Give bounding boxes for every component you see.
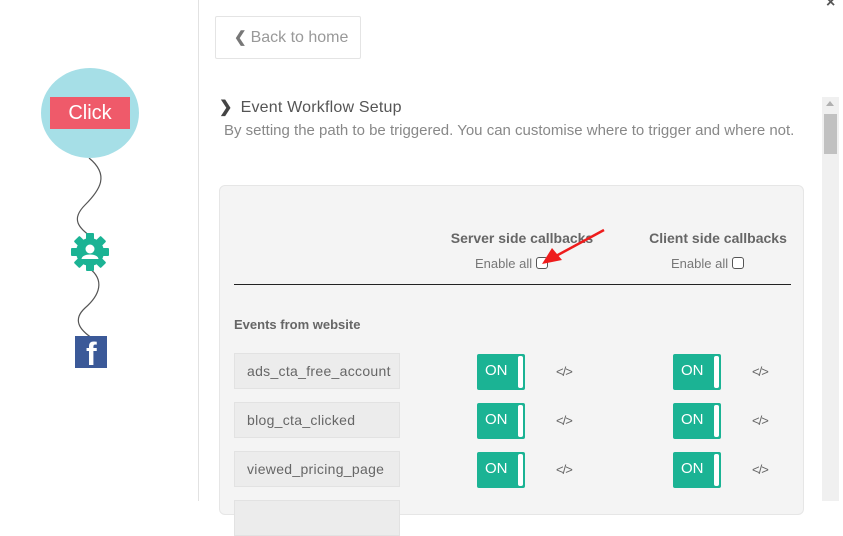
vertical-scrollbar[interactable] — [822, 97, 839, 501]
user-gear-icon[interactable] — [70, 232, 110, 272]
server-code-icon[interactable]: </> — [556, 364, 573, 379]
toggle-knob — [518, 454, 523, 486]
client-code-icon[interactable]: </> — [752, 413, 769, 428]
toggle-knob — [714, 356, 719, 388]
section-description: By setting the path to be triggered. You… — [224, 122, 795, 139]
client-enable-all: Enable all — [671, 256, 745, 271]
client-callback-toggle[interactable]: ON — [673, 354, 721, 390]
client-code-icon[interactable]: </> — [752, 364, 769, 379]
connector-line — [77, 267, 100, 339]
client-callback-toggle[interactable]: ON — [673, 403, 721, 439]
pane-divider — [198, 0, 199, 501]
event-row: blog_cta_clicked ON </> ON </> — [234, 402, 806, 439]
toggle-knob — [714, 405, 719, 437]
toggle-state-label: ON — [485, 411, 508, 428]
annotation-arrow-icon — [542, 228, 605, 264]
toggle-knob — [714, 454, 719, 486]
client-callbacks-header: Client side callbacks — [649, 230, 787, 246]
back-to-home-label: Back to home — [250, 29, 349, 46]
event-name: viewed_pricing_page — [234, 451, 400, 487]
event-name: blog_cta_clicked — [234, 402, 400, 438]
server-enable-all-label: Enable all — [475, 256, 533, 271]
scroll-up-arrow-icon[interactable] — [826, 101, 834, 106]
server-callback-toggle[interactable]: ON — [477, 403, 525, 439]
events-group-label: Events from website — [234, 317, 361, 332]
server-code-icon[interactable]: </> — [556, 413, 573, 428]
event-name — [234, 500, 400, 536]
client-callback-toggle[interactable]: ON — [673, 452, 721, 488]
event-row: ads_cta_free_account ON </> ON </> — [234, 353, 806, 390]
toggle-state-label: ON — [681, 362, 704, 379]
toggle-state-label: ON — [485, 362, 508, 379]
event-name: ads_cta_free_account — [234, 353, 400, 389]
toggle-knob — [518, 405, 523, 437]
callbacks-panel: Server side callbacks Client side callba… — [219, 185, 806, 536]
workflow-diagram: Click f — [0, 0, 198, 501]
connector-line — [76, 157, 102, 237]
scroll-thumb[interactable] — [824, 114, 837, 154]
back-to-home-button[interactable]: ❮ Back to home — [215, 16, 361, 59]
section-header[interactable]: ❯ Event Workflow Setup — [219, 97, 402, 117]
facebook-icon[interactable]: f — [75, 336, 107, 368]
close-icon[interactable]: × — [826, 0, 835, 12]
toggle-knob — [518, 356, 523, 388]
section-title: Event Workflow Setup — [240, 99, 402, 116]
client-enable-all-checkbox[interactable] — [732, 257, 745, 269]
toggle-state-label: ON — [485, 460, 508, 477]
event-row-partial — [234, 500, 806, 536]
event-row: viewed_pricing_page ON </> ON </> — [234, 451, 806, 488]
toggle-state-label: ON — [681, 460, 704, 477]
server-callback-toggle[interactable]: ON — [477, 452, 525, 488]
client-code-icon[interactable]: </> — [752, 462, 769, 477]
click-trigger-label[interactable]: Click — [50, 97, 130, 129]
header-divider — [234, 284, 791, 285]
chevron-left-icon: ❮ — [234, 29, 247, 46]
server-code-icon[interactable]: </> — [556, 462, 573, 477]
chevron-right-icon: ❯ — [219, 99, 233, 116]
client-enable-all-label: Enable all — [671, 256, 729, 271]
toggle-state-label: ON — [681, 411, 704, 428]
server-callback-toggle[interactable]: ON — [477, 354, 525, 390]
